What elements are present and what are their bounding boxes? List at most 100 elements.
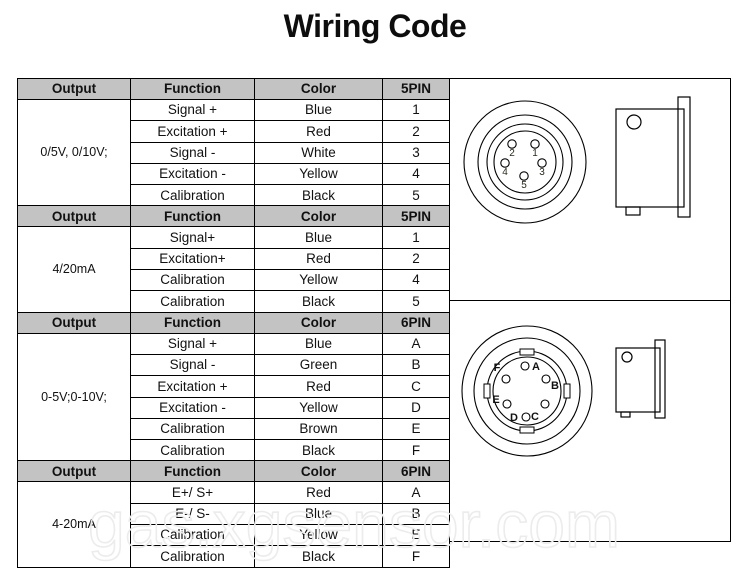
function-cell: Signal+ bbox=[130, 226, 255, 249]
pin-label-2: 2 bbox=[509, 148, 515, 159]
pin-cell: 5 bbox=[382, 184, 450, 207]
five-pin-connector-icon: 2 1 4 3 5 bbox=[463, 96, 691, 224]
function-cell: Excitation + bbox=[130, 375, 255, 398]
pin-cell: 4 bbox=[382, 162, 450, 186]
pin-label-d: D bbox=[510, 412, 518, 424]
pin-cell: A bbox=[382, 481, 450, 504]
pin-cell: 3 bbox=[382, 141, 450, 164]
column-header-color: Color bbox=[254, 311, 383, 334]
pin-cell: F bbox=[382, 439, 450, 462]
column-header-pin: 5PIN bbox=[382, 78, 450, 100]
color-cell: Blue bbox=[254, 98, 383, 122]
color-cell: Green bbox=[254, 353, 383, 377]
column-header-output: Output bbox=[17, 311, 131, 334]
function-cell: Calibration bbox=[130, 545, 255, 568]
function-cell: Calibration bbox=[130, 184, 255, 207]
pin-cell: 4 bbox=[382, 269, 450, 292]
color-cell: White bbox=[254, 141, 383, 164]
pin-label-3: 3 bbox=[539, 167, 545, 178]
pin-label-e: E bbox=[492, 394, 499, 406]
function-cell: Calibration bbox=[130, 290, 255, 313]
pin-cell: F bbox=[382, 545, 450, 568]
color-cell: Red bbox=[254, 120, 383, 143]
color-cell: Yellow bbox=[254, 269, 383, 292]
pin-cell: E bbox=[382, 417, 450, 441]
function-cell: Calibration bbox=[130, 269, 255, 292]
page-title: Wiring Code bbox=[283, 8, 467, 44]
column-header-function: Function bbox=[130, 311, 255, 334]
column-header-function: Function bbox=[130, 205, 255, 228]
pin-cell: 1 bbox=[382, 226, 450, 249]
table-row: 4-20mA E+/ S+ Red A bbox=[17, 481, 450, 568]
six-pin-connector-icon: A B C D E F bbox=[461, 325, 666, 457]
function-cell: Excitation - bbox=[130, 396, 255, 419]
function-cell: Excitation - bbox=[130, 162, 255, 186]
function-cell: Excitation + bbox=[130, 120, 255, 143]
color-cell: Red bbox=[254, 375, 383, 398]
six-pin-connector-diagram: A B C D E F bbox=[449, 300, 731, 542]
connector-diagram-panel: 2 1 4 3 5 A B C D E F bbox=[449, 78, 731, 542]
column-header-color: Color bbox=[254, 78, 383, 100]
color-cell: Brown bbox=[254, 417, 383, 441]
function-cell: Calibration bbox=[130, 439, 255, 462]
function-cell: Calibration bbox=[130, 524, 255, 547]
column-header-output: Output bbox=[17, 78, 131, 100]
column-header-color: Color bbox=[254, 460, 383, 483]
pin-cell: B bbox=[382, 502, 450, 526]
function-cell: Signal + bbox=[130, 98, 255, 122]
color-cell: Black bbox=[254, 184, 383, 207]
column-header-pin: 6PIN bbox=[382, 311, 450, 334]
pin-cell: 2 bbox=[382, 120, 450, 143]
table-row: 0-5V;0-10V; Signal + Blue A bbox=[17, 332, 450, 462]
column-header-output: Output bbox=[17, 460, 131, 483]
pin-label-4: 4 bbox=[502, 167, 508, 178]
pin-cell: 5 bbox=[382, 290, 450, 313]
pin-cell: 1 bbox=[382, 98, 450, 122]
pin-label-b: B bbox=[551, 380, 559, 392]
column-header-function: Function bbox=[130, 460, 255, 483]
table-header-row: Output Function Color 6PIN bbox=[17, 311, 450, 334]
pin-label-5: 5 bbox=[521, 180, 527, 191]
table-row: 0/5V, 0/10V; Signal + Blue 1 bbox=[17, 98, 450, 207]
function-cell: Excitation+ bbox=[130, 247, 255, 271]
pin-label-1: 1 bbox=[532, 148, 538, 159]
function-cell: Signal - bbox=[130, 141, 255, 164]
table-header-row: Output Function Color 5PIN bbox=[17, 78, 450, 100]
wiring-code-table: Output Function Color 5PIN 0/5V, 0/10V; … bbox=[17, 78, 450, 568]
column-header-color: Color bbox=[254, 205, 383, 228]
color-cell: Blue bbox=[254, 226, 383, 249]
color-cell: Blue bbox=[254, 502, 383, 526]
function-cell: E+/ S+ bbox=[130, 481, 255, 504]
table-header-row: Output Function Color 6PIN bbox=[17, 460, 450, 483]
color-cell: Red bbox=[254, 481, 383, 504]
color-cell: Blue bbox=[254, 332, 383, 355]
pin-cell: C bbox=[382, 375, 450, 398]
pin-cell: E bbox=[382, 524, 450, 547]
pin-cell: 2 bbox=[382, 247, 450, 271]
output-type-cell: 4-20mA bbox=[17, 481, 131, 568]
color-cell: Black bbox=[254, 439, 383, 462]
pin-cell: A bbox=[382, 332, 450, 355]
table-row: 4/20mA Signal+ Blue 1 bbox=[17, 226, 450, 313]
five-pin-connector-diagram: 2 1 4 3 5 bbox=[449, 78, 731, 300]
color-cell: Yellow bbox=[254, 162, 383, 186]
color-cell: Yellow bbox=[254, 396, 383, 419]
output-type-cell: 0-5V;0-10V; bbox=[17, 332, 131, 462]
output-type-cell: 0/5V, 0/10V; bbox=[17, 98, 131, 207]
column-header-function: Function bbox=[130, 78, 255, 100]
pin-cell: B bbox=[382, 353, 450, 377]
color-cell: Black bbox=[254, 545, 383, 568]
color-cell: Black bbox=[254, 290, 383, 313]
pin-label-f: F bbox=[494, 362, 501, 374]
pin-label-a: A bbox=[532, 361, 540, 373]
function-cell: Signal - bbox=[130, 353, 255, 377]
column-header-pin: 6PIN bbox=[382, 460, 450, 483]
color-cell: Yellow bbox=[254, 524, 383, 547]
color-cell: Red bbox=[254, 247, 383, 271]
column-header-output: Output bbox=[17, 205, 131, 228]
pin-label-c: C bbox=[531, 411, 539, 423]
table-header-row: Output Function Color 5PIN bbox=[17, 205, 450, 228]
column-header-pin: 5PIN bbox=[382, 205, 450, 228]
pin-cell: D bbox=[382, 396, 450, 419]
output-type-cell: 4/20mA bbox=[17, 226, 131, 313]
